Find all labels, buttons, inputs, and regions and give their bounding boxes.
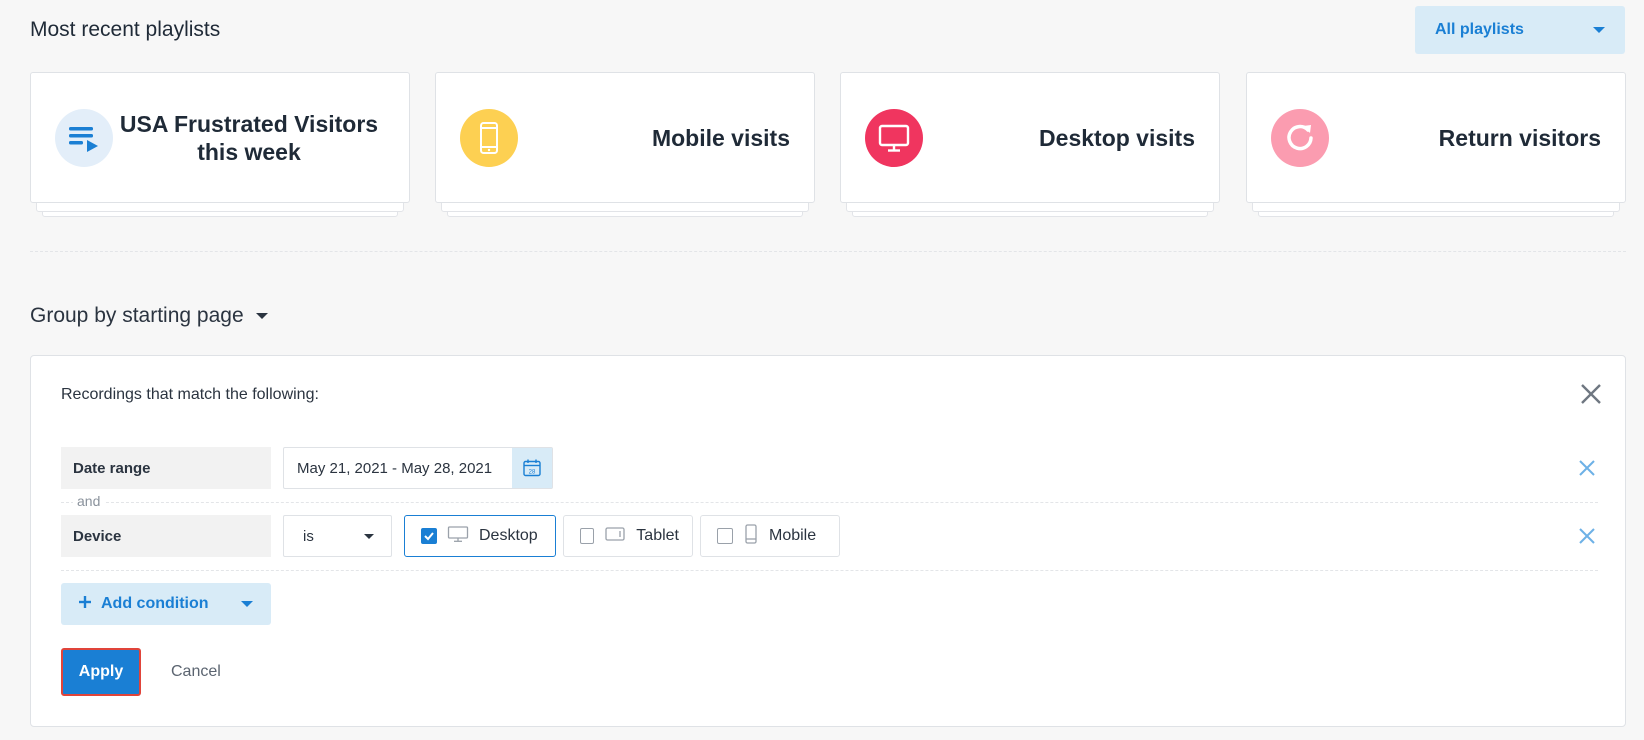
condition-label-device: Device xyxy=(61,515,271,557)
row-divider xyxy=(61,570,1598,571)
add-condition-button[interactable]: Add condition xyxy=(61,583,271,625)
all-playlists-label: All playlists xyxy=(1435,21,1524,38)
all-playlists-dropdown[interactable]: All playlists xyxy=(1415,6,1625,54)
date-range-field[interactable]: May 21, 2021 - May 28, 2021 28 xyxy=(283,447,553,489)
playlist-card-wrapper: Desktop visits xyxy=(840,72,1220,217)
calendar-day: 28 xyxy=(529,470,536,476)
device-option-mobile[interactable]: Mobile xyxy=(700,515,840,557)
playlist-card-wrapper: USA Frustrated Visitors this week xyxy=(30,72,410,217)
device-option-desktop[interactable]: Desktop xyxy=(404,515,556,557)
chevron-down-icon xyxy=(255,313,268,319)
filter-heading: Recordings that match the following: xyxy=(61,386,319,403)
apply-button[interactable]: Apply xyxy=(61,648,141,696)
playlist-card[interactable]: Desktop visits xyxy=(840,72,1220,203)
playlist-card[interactable]: Return visitors xyxy=(1246,72,1626,203)
device-option-label: Desktop xyxy=(479,527,538,544)
checkbox-unchecked[interactable] xyxy=(717,528,733,544)
playlist-card-wrapper: Mobile visits xyxy=(435,72,815,217)
playlist-cards: USA Frustrated Visitors this week Mobile… xyxy=(30,72,1626,217)
playlist-card[interactable]: USA Frustrated Visitors this week xyxy=(30,72,410,203)
section-divider xyxy=(30,251,1626,252)
chevron-down-icon[interactable] xyxy=(241,601,253,607)
playlist-card-title: Return visitors xyxy=(1438,124,1601,151)
mobile-icon xyxy=(460,108,518,167)
row-divider xyxy=(61,502,1598,503)
playlist-card-title: Desktop visits xyxy=(1039,124,1195,151)
date-range-value: May 21, 2021 - May 28, 2021 xyxy=(297,459,493,477)
add-condition-label: Add condition xyxy=(101,595,209,612)
page-title: Most recent playlists xyxy=(30,18,221,41)
chevron-down-icon xyxy=(1593,27,1605,33)
playlist-card[interactable]: Mobile visits xyxy=(435,72,815,203)
filter-panel: Recordings that match the following: Dat… xyxy=(30,355,1626,727)
remove-condition-device-icon[interactable] xyxy=(1578,527,1596,545)
remove-condition-date-icon[interactable] xyxy=(1578,459,1596,477)
checkbox-checked[interactable] xyxy=(421,528,437,544)
operator-value: is xyxy=(303,527,314,545)
condition-label-date-range: Date range xyxy=(61,447,271,489)
device-option-tablet[interactable]: Tablet xyxy=(563,515,693,557)
plus-icon xyxy=(79,595,91,613)
and-joiner: and xyxy=(73,493,105,509)
cancel-button[interactable]: Cancel xyxy=(171,663,221,681)
playlist-icon xyxy=(55,108,113,167)
device-option-label: Mobile xyxy=(769,527,817,544)
desktop-small-icon xyxy=(447,525,469,548)
desktop-icon xyxy=(865,108,923,167)
tablet-small-icon xyxy=(604,525,626,548)
group-by-dropdown[interactable]: Group by starting page xyxy=(30,304,268,328)
calendar-icon[interactable]: 28 xyxy=(512,448,552,488)
device-option-label: Tablet xyxy=(636,527,679,544)
playlist-card-title: USA Frustrated Visitors this week xyxy=(119,110,379,165)
playlist-card-wrapper: Return visitors xyxy=(1246,72,1626,217)
refresh-icon xyxy=(1271,108,1329,167)
mobile-small-icon xyxy=(743,523,759,549)
checkbox-unchecked[interactable] xyxy=(580,528,595,544)
chevron-down-icon xyxy=(364,533,374,539)
group-by-label: Group by starting page xyxy=(30,304,244,327)
operator-select[interactable]: is xyxy=(283,515,392,557)
close-icon[interactable] xyxy=(1579,382,1603,406)
playlist-card-title: Mobile visits xyxy=(651,124,790,151)
